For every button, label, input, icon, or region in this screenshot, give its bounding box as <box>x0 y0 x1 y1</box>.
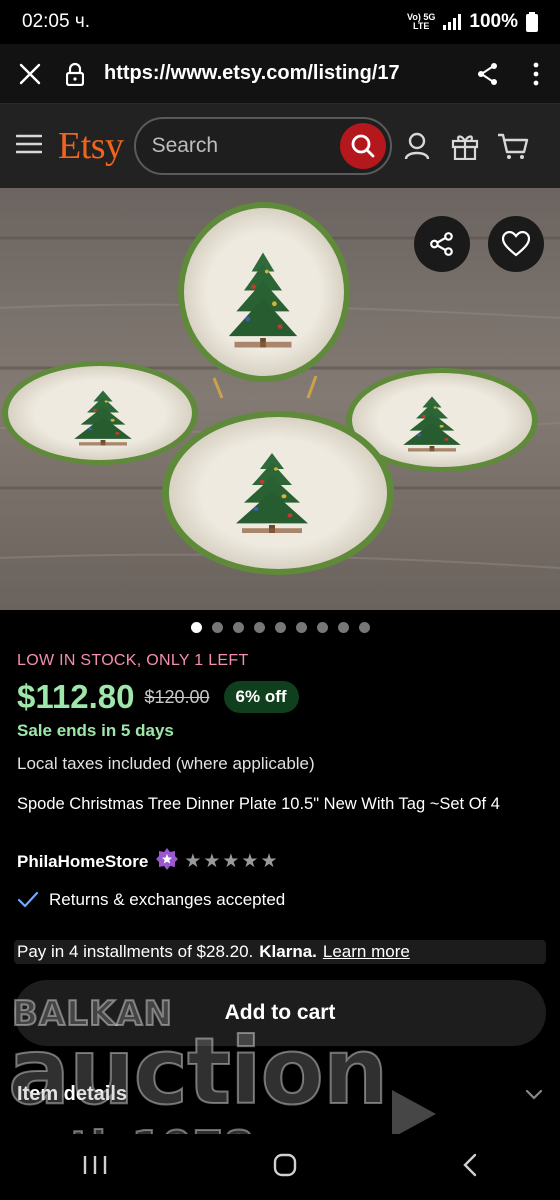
status-indicators: Vo) 5G LTE 100% <box>407 11 538 33</box>
tax-note: Local taxes included (where applicable) <box>17 754 315 773</box>
status-bar: 02:05 ч. Vo) 5G LTE 100% <box>0 0 560 44</box>
search-button[interactable] <box>339 123 386 169</box>
share-icon <box>430 232 453 256</box>
back-icon <box>462 1153 476 1176</box>
add-to-cart-button[interactable]: Add to cart <box>14 980 546 1046</box>
shop-row: PhilaHomeStore ★★★★★ <box>17 848 547 875</box>
home-button[interactable] <box>273 1153 297 1182</box>
original-price: $120.00 <box>144 686 210 707</box>
plates-photo <box>0 188 560 610</box>
favorite-button[interactable] <box>488 216 544 272</box>
network-indicator: Vo) 5G LTE <box>407 12 436 31</box>
user-icon <box>404 132 429 160</box>
recent-apps-button[interactable] <box>82 1154 108 1181</box>
watermark-play-icon <box>392 1090 436 1138</box>
close-tab-button[interactable] <box>0 63 60 85</box>
carousel-dot-6[interactable] <box>295 622 307 633</box>
carousel-dot-9[interactable] <box>358 622 370 633</box>
carousel-dot-2[interactable] <box>211 622 223 633</box>
browser-menu-button[interactable] <box>512 62 560 86</box>
heart-icon <box>502 231 530 257</box>
carousel-dot-3[interactable] <box>232 622 244 633</box>
star-seller-badge-icon <box>156 848 179 875</box>
recent-apps-icon <box>84 1155 107 1174</box>
battery-level: 100% <box>469 11 518 32</box>
product-image[interactable] <box>0 188 560 610</box>
status-time: 02:05 ч. <box>22 11 91 32</box>
more-vertical-icon <box>533 62 539 85</box>
android-nav-bar <box>0 1134 560 1200</box>
installments-text: Pay in 4 installments of $28.20. <box>17 942 254 961</box>
cart-button[interactable] <box>490 132 536 160</box>
share-icon <box>478 62 497 85</box>
carousel-dot-5[interactable] <box>274 622 286 633</box>
etsy-header: Etsy Search <box>0 104 560 188</box>
home-icon <box>273 1153 297 1176</box>
hamburger-menu-button[interactable] <box>15 134 44 159</box>
chevron-down-icon <box>525 1089 543 1100</box>
price-row: $112.80 $120.00 6% off <box>17 678 547 716</box>
stock-notice: LOW IN STOCK, ONLY 1 LEFT <box>17 652 249 669</box>
carousel-dot-8[interactable] <box>337 622 349 633</box>
returns-row: Returns & exchanges accepted <box>17 890 547 910</box>
etsy-logo[interactable]: Etsy <box>58 124 124 168</box>
search-input[interactable]: Search <box>133 117 392 175</box>
share-listing-button[interactable] <box>414 216 470 272</box>
battery-icon <box>526 12 538 32</box>
sale-price: $112.80 <box>17 678 135 715</box>
share-page-button[interactable] <box>464 62 512 86</box>
sale-ends: Sale ends in 5 days <box>17 721 174 740</box>
rating-stars: ★★★★★ <box>184 851 280 872</box>
carousel-dots <box>0 622 560 633</box>
carousel-dot-4[interactable] <box>253 622 265 633</box>
lock-icon[interactable] <box>60 62 90 86</box>
search-placeholder: Search <box>151 134 219 157</box>
browser-toolbar: https://www.etsy.com/listing/17 <box>0 44 560 104</box>
shop-name-link[interactable]: PhilaHomeStore <box>17 852 148 872</box>
checkmark-icon <box>17 891 39 908</box>
gift-icon <box>451 135 478 160</box>
close-icon <box>19 63 41 84</box>
carousel-dot-1[interactable] <box>190 622 202 633</box>
item-details-toggle[interactable]: Item details <box>17 1083 543 1106</box>
installments-row: Pay in 4 installments of $28.20. Klarna.… <box>14 940 546 964</box>
cart-icon <box>497 133 528 159</box>
gift-button[interactable] <box>442 132 488 160</box>
item-details-label: Item details <box>17 1083 128 1105</box>
klarna-label: Klarna. <box>259 942 317 961</box>
carousel-dot-7[interactable] <box>316 622 328 633</box>
search-icon <box>351 134 374 158</box>
discount-badge: 6% off <box>223 681 299 713</box>
back-button[interactable] <box>462 1153 478 1182</box>
hamburger-icon <box>15 134 43 153</box>
returns-policy: Returns & exchanges accepted <box>49 890 286 909</box>
learn-more-link[interactable]: Learn more <box>323 942 410 962</box>
url-field[interactable]: https://www.etsy.com/listing/17 <box>90 62 464 85</box>
account-button[interactable] <box>394 132 440 160</box>
listing-title: Spode Christmas Tree Dinner Plate 10.5" … <box>17 795 500 813</box>
signal-icon <box>443 14 462 30</box>
